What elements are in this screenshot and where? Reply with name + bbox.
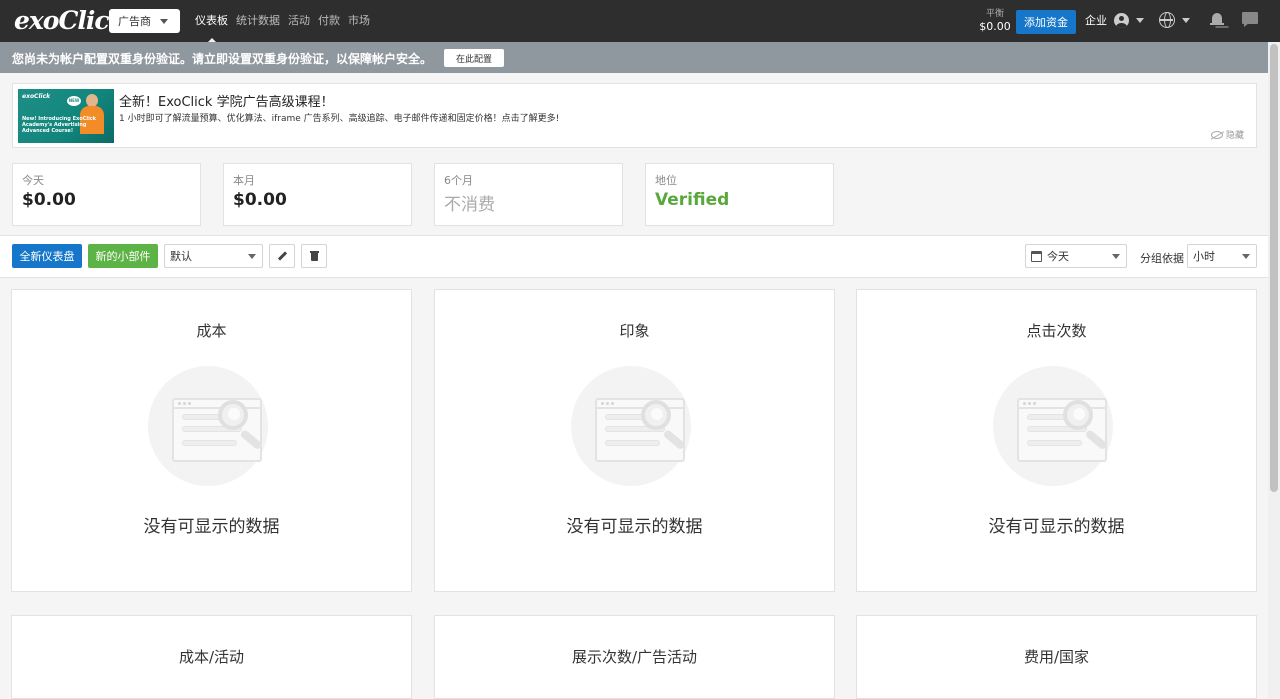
promo-image-text: New! Introducing ExoClick Academy's Adve… xyxy=(22,116,97,134)
no-data-message: 没有可显示的数据 xyxy=(566,517,703,537)
scrollbar-thumb[interactable] xyxy=(1270,44,1278,492)
widget-title: 成本/活动 xyxy=(178,648,245,666)
calendar-icon xyxy=(1031,250,1042,262)
configure-2fa-button[interactable]: 在此配置 xyxy=(444,49,504,67)
no-data-illustration xyxy=(571,366,699,486)
chevron-down-icon xyxy=(1242,254,1250,259)
edit-dashboard-button[interactable] xyxy=(269,244,295,268)
no-data-illustration xyxy=(993,366,1121,486)
date-range-value: 今天 xyxy=(1047,250,1069,263)
widget-title: 点击次数 xyxy=(1026,322,1087,340)
account-label: 企业 xyxy=(1085,14,1107,27)
chevron-down-icon xyxy=(248,254,256,259)
no-data-message: 没有可显示的数据 xyxy=(988,517,1125,537)
widget-title: 成本 xyxy=(196,322,227,340)
dashboard-select[interactable]: 默认 xyxy=(164,244,263,268)
nav-statistics[interactable]: 统计数据 xyxy=(236,0,280,42)
widget-cost-per-campaign[interactable]: 成本/活动 xyxy=(11,615,412,699)
balance-display: 平衡 $0.00 xyxy=(978,8,1012,34)
eye-off-icon xyxy=(1211,130,1223,139)
balance-label: 平衡 xyxy=(985,9,1004,19)
top-navbar: exoClick 广告商 仪表板 统计数据 活动 付款 市场 平衡 $0.00 … xyxy=(0,0,1280,42)
new-dashboard-button[interactable]: 全新仪表盘 xyxy=(12,244,82,268)
chevron-down-icon xyxy=(1136,17,1144,23)
dashboard-select-value: 默认 xyxy=(170,250,192,263)
stat-label: 6个月 xyxy=(444,174,473,187)
widget-impressions-per-campaign[interactable]: 展示次数/广告活动 xyxy=(434,615,835,699)
stat-label: 地位 xyxy=(655,174,677,187)
add-funds-button[interactable]: 添加资金 xyxy=(1016,10,1076,34)
stat-value: $0.00 xyxy=(22,190,76,210)
chat-icon[interactable] xyxy=(1242,12,1258,27)
hide-promo-label: 隐藏 xyxy=(1226,131,1245,141)
promo-title[interactable]: 全新！ExoClick 学院广告高级课程！ xyxy=(119,91,334,110)
dashboard-content: exoClick NEW New! Introducing ExoClick A… xyxy=(0,73,1268,699)
promo-image[interactable]: exoClick NEW New! Introducing ExoClick A… xyxy=(18,89,114,143)
widget-clicks[interactable]: 点击次数 没有可显示的数据 xyxy=(856,289,1257,592)
nav-marketplace[interactable]: 市场 xyxy=(348,0,370,42)
two-factor-warning-text: 您尚未为帐户配置双重身份验证。请立即设置双重身份验证，以保障帐户安全。 xyxy=(12,52,433,66)
divider xyxy=(0,277,1268,278)
stat-card-today: 今天 $0.00 xyxy=(12,163,201,226)
group-by-select[interactable]: 小时 xyxy=(1187,244,1257,268)
bell-icon[interactable] xyxy=(1210,13,1224,28)
user-icon xyxy=(1114,12,1129,28)
date-range-select[interactable]: 今天 xyxy=(1025,244,1127,268)
widget-title: 展示次数/广告活动 xyxy=(571,648,698,666)
widget-title: 费用/国家 xyxy=(1023,648,1090,666)
globe-icon xyxy=(1159,12,1175,28)
promo-description: 1 小时即可了解流量预算、优化算法、iframe 广告系列、高级追踪、电子邮件传… xyxy=(119,114,560,124)
two-factor-banner: 您尚未为帐户配置双重身份验证。请立即设置双重身份验证，以保障帐户安全。 在此配置 xyxy=(0,42,1268,73)
page-scrollbar[interactable] xyxy=(1268,42,1280,699)
group-by-value: 小时 xyxy=(1193,250,1215,263)
nav-payments[interactable]: 付款 xyxy=(318,0,340,42)
stat-card-six-months: 6个月 不消费 xyxy=(434,163,623,226)
main-nav: 仪表板 统计数据 活动 付款 市场 xyxy=(195,0,378,42)
no-data-message: 没有可显示的数据 xyxy=(143,517,280,537)
group-by-label: 分组依据 xyxy=(1140,252,1184,265)
dashboard-toolbar: 全新仪表盘 新的小部件 默认 今天 分组依据 小时 xyxy=(0,236,1268,277)
no-data-illustration xyxy=(148,366,276,486)
stat-label: 今天 xyxy=(22,174,44,187)
new-widget-button[interactable]: 新的小部件 xyxy=(88,244,158,268)
balance-value: $0.00 xyxy=(979,20,1011,33)
stat-value: 不消费 xyxy=(444,195,495,215)
role-dropdown[interactable]: 广告商 xyxy=(109,9,180,33)
account-menu[interactable]: 企业 xyxy=(1085,12,1144,28)
chevron-down-icon xyxy=(1112,254,1120,259)
chevron-down-icon xyxy=(1182,17,1190,23)
widget-title: 印象 xyxy=(619,322,650,340)
stat-card-month: 本月 $0.00 xyxy=(223,163,412,226)
widget-cost[interactable]: 成本 没有可显示的数据 xyxy=(11,289,412,592)
stat-label: 本月 xyxy=(233,174,255,187)
nav-dashboard[interactable]: 仪表板 xyxy=(195,0,228,42)
chevron-down-icon xyxy=(160,19,168,24)
language-menu[interactable] xyxy=(1159,12,1190,28)
promo-banner[interactable]: exoClick NEW New! Introducing ExoClick A… xyxy=(12,83,1257,148)
hide-promo-button[interactable]: 隐藏 xyxy=(1211,128,1244,141)
role-dropdown-label: 广告商 xyxy=(118,15,151,28)
widget-cost-per-country[interactable]: 费用/国家 xyxy=(856,615,1257,699)
promo-image-logo: exoClick xyxy=(22,93,51,100)
nav-campaigns[interactable]: 活动 xyxy=(288,0,310,42)
stat-value: $0.00 xyxy=(233,190,287,210)
stat-card-status: 地位 Verified xyxy=(645,163,834,226)
delete-dashboard-button[interactable] xyxy=(301,244,327,268)
widget-impressions[interactable]: 印象 没有可显示的数据 xyxy=(434,289,835,592)
status-badge: Verified xyxy=(655,190,730,210)
